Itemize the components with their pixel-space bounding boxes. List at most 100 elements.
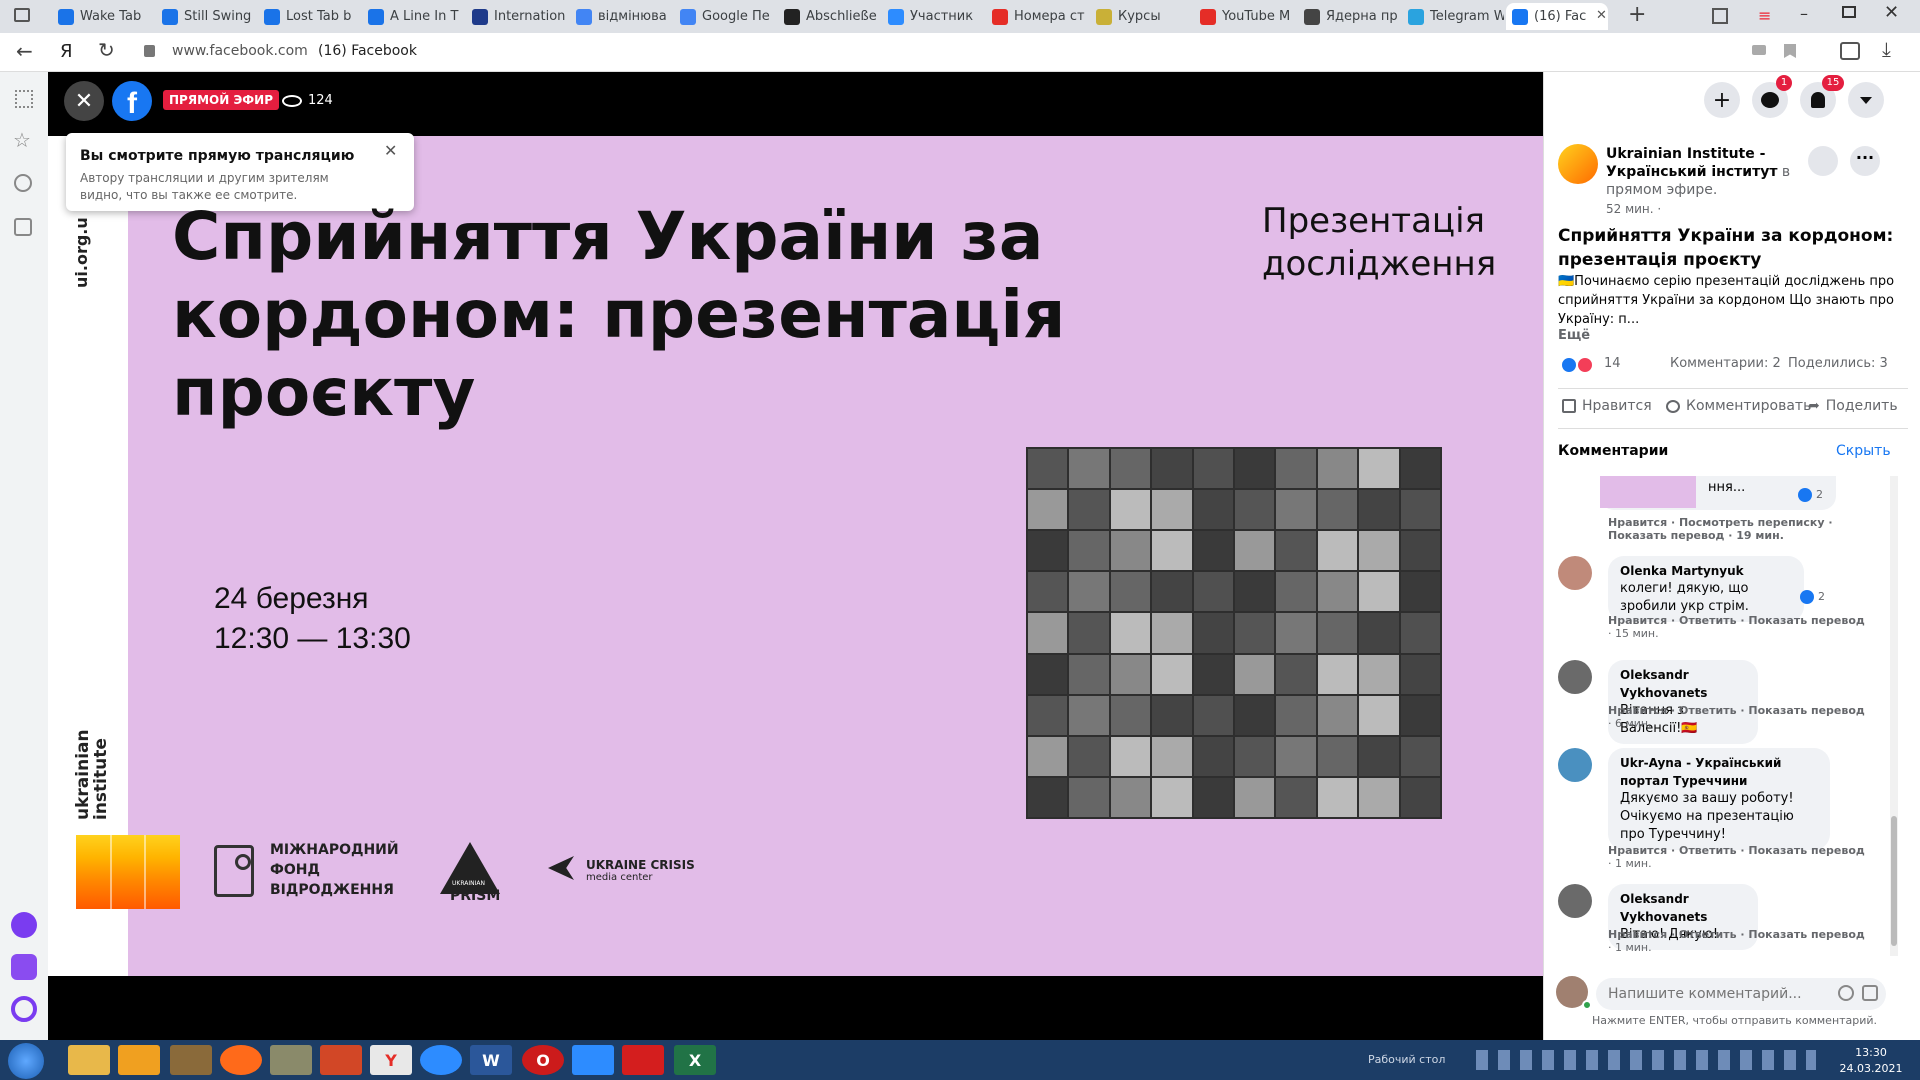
collections-icon[interactable] <box>1712 8 1728 24</box>
services-icon[interactable] <box>15 90 33 108</box>
slide-title: Сприйняття України за кордоном: презента… <box>172 198 1066 431</box>
browser-tab[interactable]: YouTube М <box>1194 3 1296 30</box>
close-window-icon[interactable]: ✕ <box>1884 2 1899 23</box>
commenter-name[interactable]: Oleksandr Vykhovanets <box>1620 666 1746 702</box>
media-player-icon[interactable] <box>118 1045 160 1075</box>
paint-app-icon[interactable] <box>270 1045 312 1075</box>
share-count[interactable]: Поделились: 3 <box>1788 356 1888 371</box>
browser-tab[interactable]: відмінюва <box>570 3 672 30</box>
reload-icon[interactable]: ↻ <box>98 38 115 62</box>
commenter-avatar[interactable] <box>1558 556 1592 590</box>
like-button[interactable]: Нравится <box>1562 398 1652 414</box>
browser-tab[interactable]: Wake Tab <box>52 3 154 30</box>
collage-photo-tile <box>1317 449 1358 489</box>
commenter-name[interactable]: Ukr-Ayna - Український портал Туреччини <box>1620 754 1818 790</box>
commenter-avatar[interactable] <box>1558 660 1592 694</box>
browser-tab[interactable]: Abschließe <box>778 3 880 30</box>
comment-action-links[interactable]: Нравится · Ответить · Показать перевод <box>1608 704 1865 717</box>
page-name-link[interactable]: Ukrainian Institute - Український інстит… <box>1606 146 1777 180</box>
yandex-icon[interactable]: Я <box>60 41 73 62</box>
share-button[interactable]: ➦ Поделить <box>1808 398 1898 414</box>
clock-time[interactable]: 13:30 <box>1836 1046 1906 1059</box>
comment-actions[interactable]: Нравится · Ответить · Показать перевод · … <box>1608 614 1865 640</box>
excel-icon[interactable]: X <box>674 1045 716 1075</box>
sticker-icon[interactable] <box>1862 985 1878 1001</box>
download-icon[interactable]: ⤓ <box>1882 37 1891 61</box>
tabs-panel-icon[interactable] <box>14 8 30 22</box>
zoom-taskbar-icon[interactable] <box>420 1045 462 1075</box>
create-icon[interactable]: + <box>1704 82 1740 118</box>
comment-time: · 1 мин. <box>1608 941 1652 954</box>
comment-action-links[interactable]: Нравится · Ответить · Показать перевод <box>1608 844 1865 857</box>
yandex-browser-taskbar-icon[interactable]: Y <box>370 1045 412 1075</box>
comment-actions[interactable]: Нравится · Ответить · Показать перевод · … <box>1608 704 1865 730</box>
close-tab-icon[interactable]: ✕ <box>1596 8 1607 23</box>
comment-action-links[interactable]: Нравится · Ответить · Показать перевод <box>1608 614 1865 627</box>
minimize-icon[interactable]: – <box>1800 4 1808 23</box>
commenter-name[interactable]: Oleksandr Vykhovanets <box>1620 890 1746 926</box>
comment-image-thumbnail[interactable] <box>1600 476 1696 508</box>
save-post-icon[interactable] <box>1808 146 1838 176</box>
page-avatar[interactable] <box>1558 144 1598 184</box>
file-explorer-icon[interactable] <box>68 1045 110 1075</box>
browser-tab[interactable]: Участник <box>882 3 984 30</box>
notice-close-icon[interactable]: ✕ <box>384 141 397 160</box>
browser-tab[interactable]: Ядерна пр <box>1298 3 1400 30</box>
clock-date[interactable]: 24.03.2021 <box>1836 1062 1906 1075</box>
browser-tab[interactable]: Still Swing <box>156 3 258 30</box>
reader-icon[interactable] <box>1752 45 1766 55</box>
comment-actions[interactable]: Нравится · Ответить · Показать перевод · … <box>1608 844 1865 870</box>
browser-tab[interactable]: Internation <box>466 3 568 30</box>
browser-tab[interactable]: Курсы <box>1090 3 1192 30</box>
collections-side-icon[interactable] <box>14 218 32 236</box>
acrobat-icon[interactable] <box>622 1045 664 1075</box>
account-chevron-icon[interactable] <box>1848 82 1884 118</box>
emoji-icon[interactable] <box>1838 985 1854 1001</box>
messenger-side-icon[interactable] <box>11 954 37 980</box>
commenter-avatar[interactable] <box>1558 748 1592 782</box>
browser-tab[interactable]: Google Пе <box>674 3 776 30</box>
restore-icon[interactable] <box>1842 6 1856 18</box>
like-reaction-icon <box>1800 590 1814 604</box>
comment-actions[interactable]: Нравится · Ответить · Показать перевод · … <box>1608 928 1865 954</box>
see-more-link[interactable]: Ещё <box>1558 328 1590 343</box>
url-page-title[interactable]: (16) Facebook <box>318 43 417 59</box>
hide-comments-link[interactable]: Скрыть <box>1836 443 1891 459</box>
word-icon[interactable]: W <box>470 1045 512 1075</box>
opera-icon[interactable]: O <box>522 1045 564 1075</box>
browser-tab[interactable]: Номера ст <box>986 3 1088 30</box>
alice-assistant-icon[interactable] <box>11 912 37 938</box>
post-time[interactable]: 52 мин. · <box>1606 202 1661 216</box>
zoom-meetings-icon[interactable] <box>572 1045 614 1075</box>
truncated-comment-actions[interactable]: Нравится · Посмотреть переписку · Показа… <box>1608 516 1888 542</box>
comment-action-links[interactable]: Нравится · Ответить · Показать перевод <box>1608 928 1865 941</box>
desktop-toolbar-label[interactable]: Рабочий стол <box>1368 1053 1445 1066</box>
browser-tab[interactable]: Lost Tab b <box>258 3 360 30</box>
comments-scrollbar[interactable] <box>1890 476 1898 956</box>
powerpoint-icon[interactable] <box>320 1045 362 1075</box>
new-tab-icon[interactable]: + <box>1628 2 1646 27</box>
start-button-icon[interactable] <box>8 1043 44 1079</box>
bookmark-icon[interactable] <box>1784 44 1796 58</box>
browser-tab[interactable]: (16) Fac <box>1506 3 1608 30</box>
facebook-logo-icon[interactable]: f <box>112 81 152 121</box>
menu-icon[interactable]: ≡ <box>1758 6 1771 25</box>
close-video-button[interactable]: ✕ <box>64 81 104 121</box>
reaction-count[interactable]: 14 <box>1604 356 1621 371</box>
system-tray-icons[interactable] <box>1476 1050 1816 1070</box>
commenter-avatar[interactable] <box>1558 884 1592 918</box>
favorites-star-icon[interactable]: ☆ <box>13 128 31 152</box>
comment-button[interactable]: Комментировать <box>1666 398 1811 414</box>
post-options-icon[interactable]: ··· <box>1850 146 1880 176</box>
browser-tab[interactable]: A Line In T <box>362 3 464 30</box>
yandex-music-icon[interactable] <box>11 996 37 1022</box>
browser-tab[interactable]: Telegram W <box>1402 3 1504 30</box>
comment-count[interactable]: Комментарии: 2 <box>1670 356 1781 371</box>
firefox-icon[interactable] <box>220 1045 262 1075</box>
commenter-name[interactable]: Olenka Martynyuk <box>1620 562 1792 580</box>
url-host[interactable]: www.facebook.com <box>172 43 308 59</box>
extensions-icon[interactable] <box>1840 42 1860 60</box>
history-icon[interactable] <box>14 174 32 192</box>
back-icon[interactable]: ← <box>16 39 33 63</box>
tool-app-icon[interactable] <box>170 1045 212 1075</box>
